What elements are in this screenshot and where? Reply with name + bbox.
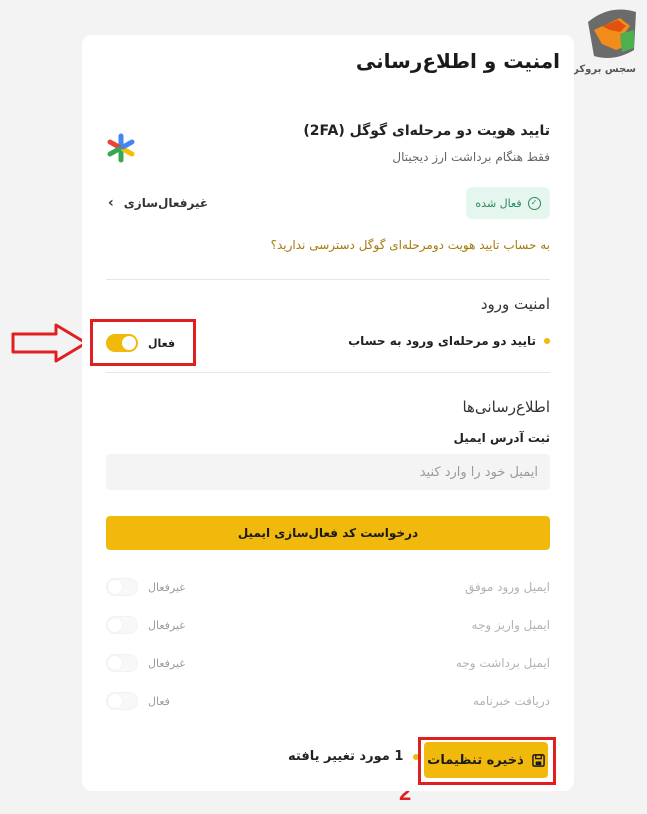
no-access-link[interactable]: به حساب تایید هویت دومرحله‌ای گوگل دسترس… [271,238,550,252]
notification-label-login: ایمیل ورود موفق [464,580,550,594]
annotation-box-save [418,737,556,785]
toggle-label: فعال [148,694,170,708]
toggle-switch[interactable] [106,578,138,596]
email-field-label: ثبت آدرس ایمیل [453,431,550,445]
toggle-switch[interactable] [106,692,138,710]
notification-toggle-login[interactable]: غیرفعال [106,578,185,596]
disable-2fa-label: غیرفعال‌سازی [123,196,209,210]
google-2fa-subtitle: فقط هنگام برداشت ارز دیجیتال [392,150,550,164]
toggle-label: غیرفعال [148,618,186,632]
notification-toggle-newsletter[interactable]: فعال [106,692,170,710]
notification-toggle-deposit[interactable]: غیرفعال [106,616,185,634]
divider [106,279,550,280]
annotation-box-toggle [90,319,196,366]
request-activation-code-button[interactable]: درخواست کد فعال‌سازی ایمیل [106,516,550,550]
changes-count-label: 1 مورد تغییر یافته [288,749,404,764]
disable-2fa-button[interactable]: ‹ غیرفعال‌سازی [108,195,208,211]
toggle-switch[interactable] [106,654,138,672]
status-badge-label: فعال شده [475,196,522,210]
divider [106,372,550,373]
notification-label-newsletter: دریافت خبرنامه [473,694,550,708]
google-2fa-title: تایید هویت دو مرحله‌ای گوگل (2FA) [303,123,550,139]
toggle-label: غیرفعال [148,580,186,594]
check-circle-icon: ✓ [527,196,541,210]
page-title: امنیت و اطلاع‌رسانی [355,49,560,73]
toggle-label: غیرفعال [148,656,186,670]
security-settings-card: امنیت و اطلاع‌رسانی تایید هویت دو مرحله‌… [82,35,574,791]
notification-toggle-withdraw[interactable]: غیرفعال [106,654,185,672]
notification-label-withdraw: ایمیل برداشت وجه [455,656,550,670]
status-badge: ✓ فعال شده [466,187,550,219]
annotation-arrow-icon [11,323,88,363]
email-field[interactable] [106,454,550,490]
google-authenticator-icon [106,133,136,163]
login-2fa-label: تایید دو مرحله‌ای ورود به حساب [348,334,536,348]
brand-logo-text: سجس بروکر [573,64,636,75]
chevron-left-icon: ‹ [108,195,114,211]
login-security-title: امنیت ورود [480,295,550,313]
toggle-switch[interactable] [106,616,138,634]
changes-count: 1 مورد تغییر یافته [288,749,420,764]
login-2fa-row: تایید دو مرحله‌ای ورود به حساب [348,334,550,348]
notifications-title: اطلاع‌رسانی‌ها [462,398,550,416]
brand-logo: سجس بروکر [573,4,642,76]
notification-label-deposit: ایمیل واریز وجه [471,618,550,632]
bullet-dot [544,338,550,344]
